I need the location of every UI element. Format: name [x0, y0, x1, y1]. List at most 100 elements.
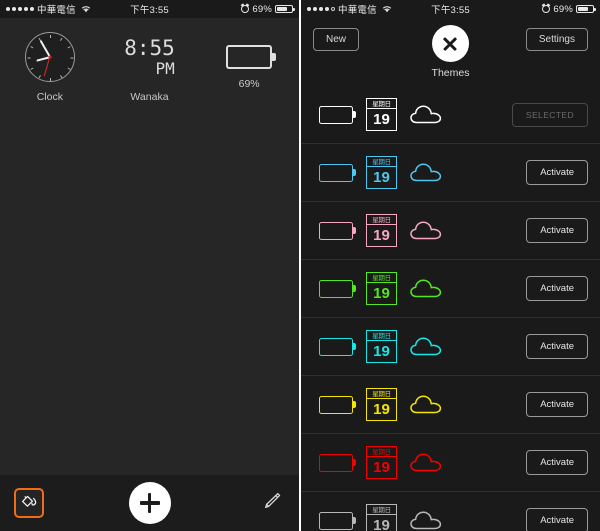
- pencil-icon: [261, 490, 283, 517]
- theme-calendar-icon: 星期日 19: [366, 504, 397, 531]
- clock-widget-label: Clock: [36, 91, 63, 103]
- close-icon[interactable]: [432, 25, 469, 62]
- signal-dot: [325, 7, 329, 11]
- calendar-weekday: 星期日: [367, 389, 396, 399]
- themes-title-group: Themes: [432, 25, 469, 79]
- theme-battery-icon: [319, 453, 356, 472]
- calendar-weekday: 星期日: [367, 99, 396, 109]
- theme-cloud-icon: [410, 394, 444, 416]
- activate-button[interactable]: Activate: [526, 392, 588, 417]
- digital-time-display: 8:55 PM: [124, 32, 175, 82]
- theme-preview-icons: 星期日 19: [319, 156, 444, 189]
- theme-row[interactable]: 星期日 19 Activate: [301, 202, 600, 260]
- calendar-day-number: 19: [373, 169, 390, 186]
- theme-preview-icons: 星期日 19: [319, 272, 444, 305]
- status-bar-left: 中華電信 下午3:55 69%: [0, 0, 299, 18]
- theme-calendar-icon: 星期日 19: [366, 388, 397, 421]
- theme-cloud-icon: [410, 452, 444, 474]
- signal-dot: [313, 7, 317, 11]
- status-battery-icon: [275, 5, 295, 13]
- status-bar-signal-group: 中華電信: [6, 2, 91, 16]
- settings-button[interactable]: Settings: [525, 28, 588, 51]
- signal-dot: [30, 7, 34, 11]
- activate-button[interactable]: Activate: [526, 218, 588, 243]
- theme-cloud-icon: [410, 220, 444, 242]
- battery-widget-label: 69%: [238, 78, 260, 90]
- theme-calendar-icon: 星期日 19: [366, 446, 397, 479]
- theme-calendar-icon: 星期日 19: [366, 98, 397, 131]
- theme-preview-icons: 星期日 19: [319, 98, 444, 131]
- calendar-weekday: 星期日: [367, 273, 396, 283]
- theme-battery-icon: [319, 337, 356, 356]
- signal-dot: [18, 7, 22, 11]
- theme-battery-icon: [319, 511, 356, 530]
- calendar-day-number: 19: [373, 285, 390, 302]
- edit-pencil-button[interactable]: [259, 490, 285, 516]
- themes-header: New Themes Settings: [301, 18, 600, 86]
- theme-row[interactable]: 星期日 19 Activate: [301, 492, 600, 531]
- alarm-clock-icon: [241, 5, 250, 13]
- theme-preview-icons: 星期日 19: [319, 330, 444, 363]
- battery-icon: [226, 45, 277, 69]
- time-ampm: PM: [155, 58, 175, 78]
- theme-calendar-icon: 星期日 19: [366, 156, 397, 189]
- activate-button[interactable]: Activate: [526, 334, 588, 359]
- calendar-weekday: 星期日: [367, 215, 396, 225]
- paint-bucket-icon: [19, 491, 39, 516]
- theme-battery-icon: [319, 221, 356, 240]
- add-widget-button[interactable]: [128, 482, 171, 524]
- status-battery-icon: [576, 5, 596, 13]
- theme-row[interactable]: 星期日 19 Activate: [301, 434, 600, 492]
- battery-widget[interactable]: 69%: [203, 32, 295, 90]
- widget-row: Clock 8:55 PM Wanaka 69%: [0, 18, 299, 103]
- signal-dot: [319, 7, 323, 11]
- bottom-toolbar: [0, 475, 299, 531]
- calendar-day-number: 19: [373, 459, 390, 476]
- activate-button[interactable]: Activate: [526, 160, 588, 185]
- theme-battery-icon: [319, 105, 356, 124]
- activate-button[interactable]: Activate: [526, 276, 588, 301]
- status-battery-percent: 69%: [252, 3, 272, 15]
- theme-row[interactable]: 星期日 19 Activate: [301, 144, 600, 202]
- status-bar-right-group: 69%: [542, 4, 596, 15]
- calendar-day-number: 19: [373, 111, 390, 128]
- activate-button[interactable]: Activate: [526, 450, 588, 475]
- alarm-clock-icon: [542, 5, 551, 13]
- paint-bucket-button[interactable]: [14, 488, 44, 518]
- theme-cloud-icon: [410, 278, 444, 300]
- widget-canvas[interactable]: Clock 8:55 PM Wanaka 69%: [0, 18, 299, 475]
- theme-row[interactable]: 星期日 19 SELECTED: [301, 86, 600, 144]
- signal-dot: [12, 7, 16, 11]
- analog-clock-icon: [24, 32, 75, 82]
- signal-dot: [24, 7, 28, 11]
- wifi-icon: [382, 5, 392, 13]
- status-bar-right: 中華電信 下午3:55 69%: [301, 0, 600, 18]
- clock-widget[interactable]: Clock: [4, 32, 96, 103]
- theme-cloud-icon: [410, 336, 444, 358]
- selected-button: SELECTED: [511, 102, 588, 127]
- theme-list[interactable]: 星期日 19 SELECTED 星期日 19 Activate 星期日 19 Activate 星…: [301, 86, 600, 531]
- status-bar-right-group: 69%: [241, 3, 295, 15]
- theme-row[interactable]: 星期日 19 Activate: [301, 376, 600, 434]
- calendar-weekday: 星期日: [367, 447, 396, 457]
- theme-preview-icons: 星期日 19: [319, 504, 444, 531]
- theme-preview-icons: 星期日 19: [319, 388, 444, 421]
- carrier-name: 中華電信: [338, 5, 377, 16]
- calendar-day-number: 19: [373, 227, 390, 244]
- calendar-weekday: 星期日: [367, 505, 396, 515]
- theme-cloud-icon: [410, 104, 444, 126]
- theme-preview-icons: 星期日 19: [319, 446, 444, 479]
- theme-battery-icon: [319, 163, 356, 182]
- activate-button[interactable]: Activate: [526, 508, 588, 531]
- theme-row[interactable]: 星期日 19 Activate: [301, 260, 600, 318]
- theme-row[interactable]: 星期日 19 Activate: [301, 318, 600, 376]
- signal-dots-right: [307, 7, 335, 11]
- right-panel: 中華電信 下午3:55 69% New Themes Settings 星期日 …: [301, 0, 600, 531]
- signal-dots-left: [6, 7, 34, 11]
- signal-dot: [307, 7, 311, 11]
- time-widget[interactable]: 8:55 PM Wanaka: [103, 32, 195, 103]
- theme-battery-icon: [319, 395, 356, 414]
- wifi-icon: [81, 5, 91, 13]
- new-button[interactable]: New: [313, 28, 360, 51]
- theme-calendar-icon: 星期日 19: [366, 272, 397, 305]
